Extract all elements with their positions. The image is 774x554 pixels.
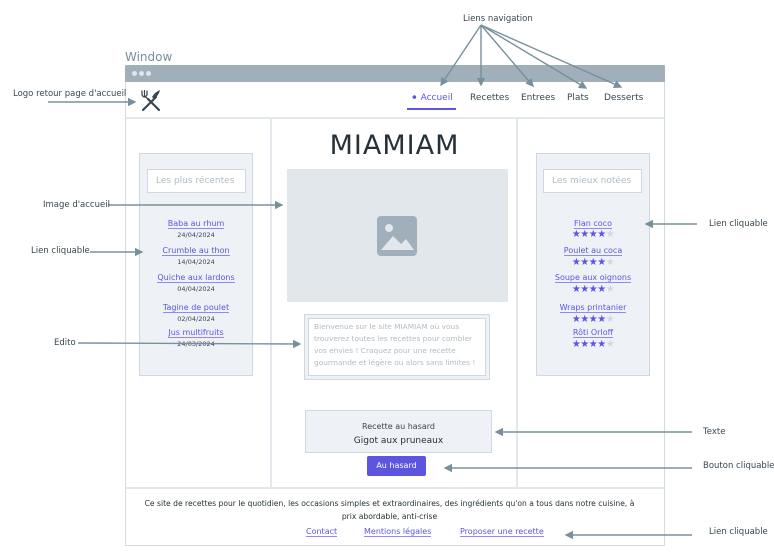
recipe-date: 04/04/2024: [177, 285, 215, 293]
annotation-text: Texte: [703, 427, 726, 437]
window-control-dot[interactable]: [146, 71, 151, 76]
fork-knife-icon[interactable]: [139, 88, 163, 112]
annotation-logo: Logo retour page d'accueil: [13, 89, 127, 99]
recipe-date: 14/04/2024: [177, 258, 215, 266]
random-recipe-label: Recette au hasard: [362, 422, 435, 431]
image-placeholder-icon: [377, 216, 417, 256]
annotation-clickable-link: Lien cliquable: [709, 219, 768, 229]
recipe-link[interactable]: Crumble au thon: [139, 246, 253, 256]
annotation-button: Bouton cliquable: [703, 461, 774, 471]
star-rating: ★★★★★: [571, 257, 615, 268]
recipe-link[interactable]: Tagine de poulet: [139, 303, 253, 313]
window-control-dot[interactable]: [132, 71, 137, 76]
nav-item-plats[interactable]: Plats: [567, 93, 589, 103]
window-titlebar: [125, 65, 665, 82]
recipe-link[interactable]: Flan coco: [536, 219, 650, 229]
nav-item-desserts[interactable]: Desserts: [604, 93, 643, 103]
recipe-link[interactable]: Soupe aux oignons: [536, 273, 650, 283]
recipe-link[interactable]: Rôti Orloff: [536, 328, 650, 338]
recipe-link[interactable]: Poulet au coca: [536, 246, 650, 256]
random-recipe-box: Recette au hasard Gigot aux pruneaux: [305, 410, 492, 453]
top-rated-search[interactable]: Les mieux notées: [543, 169, 642, 193]
nav-item-label: Accueil: [420, 93, 453, 103]
window-control-dot[interactable]: [139, 71, 144, 76]
recipe-date: 02/04/2024: [177, 315, 215, 323]
nav-active-indicator: [407, 108, 456, 110]
star-rating: ★★★★★: [571, 284, 615, 295]
random-button[interactable]: Au hasard: [367, 456, 426, 476]
annotation-hero-image: Image d'accueil: [43, 200, 110, 210]
edito-box: Bienvenue sur le site MIAMIAM où vous tr…: [304, 314, 490, 380]
annotation-nav-links: Liens navigation: [463, 14, 533, 24]
column-divider: [516, 119, 518, 487]
recent-recipes-search[interactable]: Les plus récentes: [147, 169, 246, 193]
footer-text: Ce site de recettes pour le quotidien, l…: [144, 499, 635, 521]
footer-link-propose[interactable]: Proposer une recette: [460, 527, 544, 537]
annotation-clickable-link: Lien cliquable: [31, 246, 90, 256]
recipe-link[interactable]: Baba au rhum: [139, 219, 253, 229]
nav-item-accueil[interactable]: ⚫ Accueil: [411, 93, 453, 103]
recipe-link[interactable]: Wraps printanier: [536, 303, 650, 313]
star-rating: ★★★★★: [571, 314, 615, 325]
home-icon: ⚫: [411, 93, 418, 102]
random-recipe-name: Gigot aux pruneaux: [353, 436, 444, 446]
edito-text: Bienvenue sur le site MIAMIAM où vous tr…: [308, 318, 486, 376]
column-divider: [270, 119, 272, 487]
annotation-clickable-link: Lien cliquable: [709, 527, 768, 537]
nav-item-recettes[interactable]: Recettes: [470, 93, 509, 103]
recipe-link[interactable]: Jus multifruits: [139, 328, 253, 338]
recipe-date: 24/04/2024: [177, 231, 215, 239]
window-label: Window: [125, 50, 173, 64]
star-rating: ★★★★★: [571, 229, 615, 240]
recipe-date: 24/03/2024: [177, 340, 215, 348]
star-rating: ★★★★★: [571, 339, 615, 350]
page-title: MIAMIAM: [329, 130, 460, 161]
footer-link-legal[interactable]: Mentions légales: [364, 527, 432, 537]
hero-image: [287, 169, 508, 302]
recipe-link[interactable]: Quiche aux lardons: [139, 273, 253, 283]
footer-link-contact[interactable]: Contact: [306, 527, 338, 537]
nav-item-entrees[interactable]: Entrees: [521, 93, 555, 103]
annotation-edito: Edito: [54, 338, 76, 348]
